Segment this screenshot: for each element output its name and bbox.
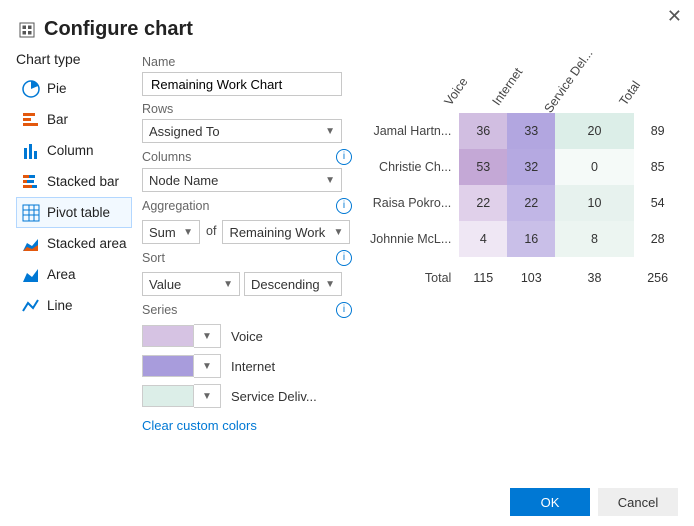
pivot-row-header: Raisa Pokro...	[370, 185, 459, 221]
info-icon[interactable]: i	[336, 198, 352, 214]
pivot-total-cell: 103	[507, 257, 555, 299]
stacked-area-icon	[21, 234, 41, 254]
series-name: Voice	[231, 329, 263, 344]
config-form: Name Rows Assigned To▼ Columns i Node Na…	[132, 49, 362, 433]
chart-type-label: Pivot table	[47, 205, 110, 220]
chart-type-label: Area	[47, 267, 76, 282]
series-color-dropdown[interactable]: ▼	[194, 354, 221, 378]
close-icon[interactable]: ✕	[667, 6, 682, 27]
bar-icon	[21, 110, 41, 130]
name-label: Name	[142, 55, 175, 69]
chart-type-column[interactable]: Column	[16, 135, 132, 166]
dialog-footer: OK Cancel	[502, 488, 678, 516]
dialog-header: Configure chart	[0, 0, 694, 45]
series-color-swatch[interactable]	[142, 355, 194, 377]
series-row-2: ▼ Service Deliv...	[142, 384, 352, 408]
sort-label: Sort	[142, 251, 165, 265]
chart-type-sidebar: Chart type Pie Bar Column Stacked bar Pivot …	[16, 49, 132, 433]
chart-type-label: Bar	[47, 112, 68, 127]
chevron-down-icon: ▼	[223, 279, 233, 290]
columns-label: Columns	[142, 150, 191, 164]
area-icon	[21, 265, 41, 285]
chart-type-label: Pie	[47, 81, 67, 96]
chevron-down-icon: ▼	[202, 361, 212, 372]
chart-preview: VoiceInternetService Del...TotalJamal Ha…	[362, 49, 694, 433]
chart-type-label: Column	[47, 143, 94, 158]
pivot-cell: 22	[507, 185, 555, 221]
chevron-down-icon: ▼	[183, 227, 193, 238]
line-icon	[21, 296, 41, 316]
chevron-down-icon: ▼	[325, 126, 335, 137]
aggregation-of-label: of	[206, 224, 216, 238]
chevron-down-icon: ▼	[325, 279, 335, 290]
pivot-cell: 8	[555, 221, 633, 257]
columns-select[interactable]: Node Name▼	[142, 168, 342, 192]
name-input[interactable]	[142, 72, 342, 96]
rows-label: Rows	[142, 102, 173, 116]
aggregation-func-select[interactable]: Sum▼	[142, 220, 200, 244]
chart-type-pivot-table[interactable]: Pivot table	[16, 197, 132, 228]
stacked-bar-icon	[21, 172, 41, 192]
chevron-down-icon: ▼	[202, 331, 212, 342]
pivot-cell: 0	[555, 149, 633, 185]
pivot-row-header: Johnnie McL...	[370, 221, 459, 257]
series-name: Service Deliv...	[231, 389, 317, 404]
sort-dir-select[interactable]: Descending▼	[244, 272, 342, 296]
chart-type-line[interactable]: Line	[16, 290, 132, 321]
series-color-dropdown[interactable]: ▼	[194, 384, 221, 408]
chevron-down-icon: ▼	[334, 227, 344, 238]
chart-type-label: Stacked area	[47, 236, 127, 251]
series-color-swatch[interactable]	[142, 385, 194, 407]
info-icon[interactable]: i	[336, 302, 352, 318]
pivot-cell: 10	[555, 185, 633, 221]
chart-type-stacked-area[interactable]: Stacked area	[16, 228, 132, 259]
rows-select[interactable]: Assigned To▼	[142, 119, 342, 143]
series-row-1: ▼ Internet	[142, 354, 352, 378]
clear-custom-colors-link[interactable]: Clear custom colors	[142, 418, 257, 433]
aggregation-label: Aggregation	[142, 199, 209, 213]
chevron-down-icon: ▼	[202, 391, 212, 402]
pivot-total-cell: 38	[555, 257, 633, 299]
info-icon[interactable]: i	[336, 149, 352, 165]
aggregation-field-select[interactable]: Remaining Work▼	[222, 220, 350, 244]
pivot-total-cell: 115	[459, 257, 507, 299]
chart-type-label: Line	[47, 298, 73, 313]
pivot-cell: 85	[634, 149, 682, 185]
pivot-cell: 32	[507, 149, 555, 185]
pivot-total-cell: 256	[634, 257, 682, 299]
pivot-cell: 53	[459, 149, 507, 185]
pivot-row-header: Jamal Hartn...	[370, 113, 459, 149]
chart-type-area[interactable]: Area	[16, 259, 132, 290]
pivot-cell: 54	[634, 185, 682, 221]
chart-config-icon	[18, 21, 36, 39]
series-color-dropdown[interactable]: ▼	[194, 324, 221, 348]
chart-type-bar[interactable]: Bar	[16, 104, 132, 135]
pivot-total-label: Total	[370, 257, 459, 299]
pivot-cell: 16	[507, 221, 555, 257]
pivot-table-icon	[21, 203, 41, 223]
cancel-button[interactable]: Cancel	[598, 488, 678, 516]
sort-by-select[interactable]: Value▼	[142, 272, 240, 296]
column-icon	[21, 141, 41, 161]
pivot-table: VoiceInternetService Del...TotalJamal Ha…	[370, 55, 682, 299]
chevron-down-icon: ▼	[325, 175, 335, 186]
series-color-swatch[interactable]	[142, 325, 194, 347]
chart-type-label: Stacked bar	[47, 174, 119, 189]
series-label: Series	[142, 303, 177, 317]
pie-icon	[21, 79, 41, 99]
series-row-0: ▼ Voice	[142, 324, 352, 348]
pivot-cell: 4	[459, 221, 507, 257]
chart-type-pie[interactable]: Pie	[16, 73, 132, 104]
ok-button[interactable]: OK	[510, 488, 590, 516]
pivot-cell: 22	[459, 185, 507, 221]
chart-type-label: Chart type	[16, 49, 132, 73]
dialog-title: Configure chart	[44, 18, 193, 41]
chart-type-stacked-bar[interactable]: Stacked bar	[16, 166, 132, 197]
info-icon[interactable]: i	[336, 250, 352, 266]
series-name: Internet	[231, 359, 275, 374]
pivot-row-header: Christie Ch...	[370, 149, 459, 185]
pivot-cell: 28	[634, 221, 682, 257]
